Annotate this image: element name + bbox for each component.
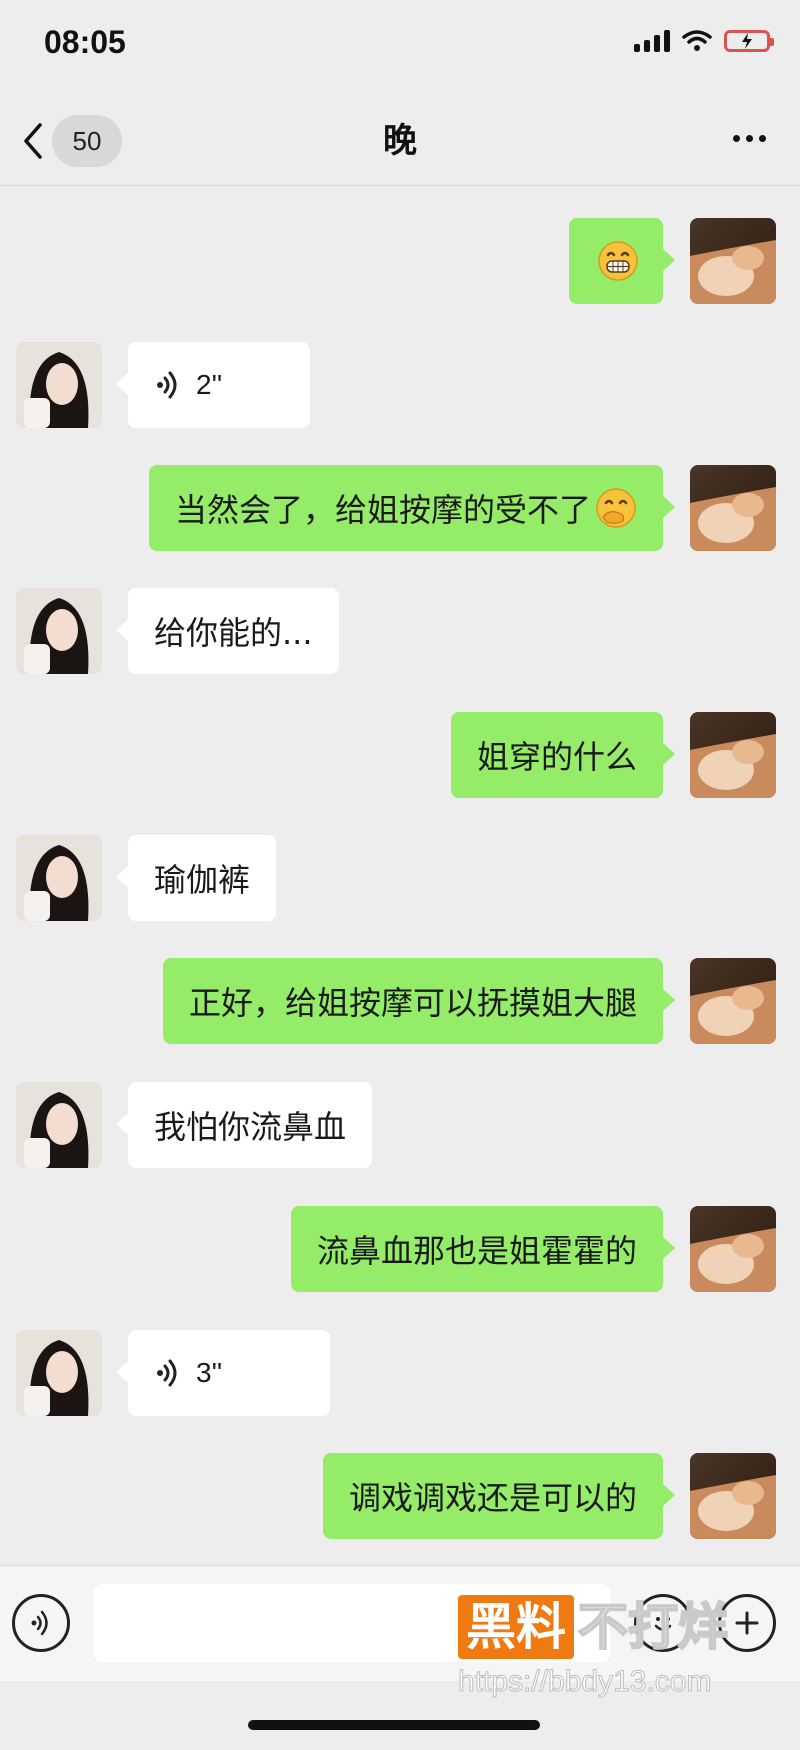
message-text: 当然会了，给姐按摩的受不了 [174, 491, 591, 529]
home-indicator[interactable] [248, 1720, 540, 1730]
my-avatar[interactable] [690, 465, 776, 551]
watermark-url: https://bbdy13.com [458, 1665, 712, 1699]
chat-screen: 08:05 50 晚 2'' 当然会了，给姐按摩的受不了 给你能的... 姐穿的… [0, 0, 800, 1750]
message-bubble-received[interactable]: 我怕你流鼻血 [115, 1082, 373, 1168]
voice-duration: 2'' [196, 369, 223, 400]
message-row: 流鼻血那也是姐霍霍的 [0, 1206, 800, 1294]
message-text: 我怕你流鼻血 [154, 1108, 347, 1146]
message-bubble-sent[interactable] [569, 218, 675, 304]
message-text: 正好，给姐按摩可以抚摸姐大腿 [188, 984, 637, 1022]
my-avatar[interactable] [690, 958, 776, 1044]
my-avatar[interactable] [690, 1453, 776, 1539]
contact-avatar[interactable] [16, 1082, 102, 1168]
message-row: 姐穿的什么 [0, 712, 800, 800]
voice-mode-button[interactable] [12, 1594, 70, 1652]
message-row: 调戏调戏还是可以的 [0, 1453, 800, 1541]
more-options-button[interactable] [733, 135, 766, 142]
message-row: 瑜伽裤 [0, 835, 800, 923]
message-bubble-sent[interactable]: 正好，给姐按摩可以抚摸姐大腿 [162, 958, 676, 1044]
plus-icon [735, 1611, 759, 1635]
message-text: 瑜伽裤 [154, 861, 251, 899]
message-row: 2'' [0, 342, 800, 430]
hand-over-mouth-emoji-icon [595, 487, 637, 529]
ellipsis-icon [733, 135, 740, 142]
voice-message-bubble[interactable]: 3'' [116, 1330, 330, 1416]
watermark-brand-rest: 不打烊 [577, 1597, 729, 1657]
message-text: 给你能的... [154, 614, 313, 652]
message-bubble-sent[interactable]: 流鼻血那也是姐霍霍的 [290, 1206, 676, 1292]
voice-wave-icon [157, 1359, 177, 1387]
message-text: 姐穿的什么 [476, 738, 637, 776]
contact-avatar[interactable] [16, 835, 102, 921]
status-icons [634, 30, 774, 52]
voice-message-bubble[interactable]: 2'' [116, 342, 310, 428]
battery-charging-icon [724, 30, 774, 52]
my-avatar[interactable] [690, 218, 776, 304]
my-avatar[interactable] [690, 1206, 776, 1292]
chat-header: 50 晚 [0, 95, 800, 186]
voice-duration: 3'' [196, 1357, 223, 1388]
message-bubble-sent[interactable]: 姐穿的什么 [450, 712, 676, 798]
message-bubble-sent[interactable]: 调戏调戏还是可以的 [322, 1453, 676, 1539]
message-row: 当然会了，给姐按摩的受不了 [0, 465, 800, 553]
message-bubble-received[interactable]: 瑜伽裤 [115, 835, 277, 921]
chat-title: 晚 [383, 121, 417, 161]
grinning-face-emoji-icon [597, 240, 639, 282]
message-text: 流鼻血那也是姐霍霍的 [316, 1232, 637, 1270]
message-row: 正好，给姐按摩可以抚摸姐大腿 [0, 958, 800, 1046]
message-text: 调戏调戏还是可以的 [348, 1479, 637, 1517]
watermark-brand-highlight: 黑料 [458, 1595, 574, 1659]
message-row: 3'' [0, 1330, 800, 1418]
voice-mode-icon [31, 1610, 48, 1636]
voice-wave-icon [157, 371, 177, 399]
contact-avatar[interactable] [16, 588, 102, 674]
my-avatar[interactable] [690, 712, 776, 798]
message-bubble-sent[interactable]: 当然会了，给姐按摩的受不了 [148, 465, 676, 551]
message-row: 给你能的... [0, 588, 800, 676]
contact-avatar[interactable] [16, 1330, 102, 1416]
watermark: 黑料 不打烊 https://bbdy13.com [458, 1595, 729, 1699]
message-row [0, 218, 800, 306]
message-bubble-received[interactable]: 给你能的... [116, 588, 339, 674]
message-row: 我怕你流鼻血 [0, 1082, 800, 1170]
wifi-icon [682, 30, 712, 51]
contact-avatar[interactable] [16, 342, 102, 428]
status-time: 08:05 [44, 24, 126, 60]
status-bar: 08:05 [0, 0, 800, 90]
cellular-signal-icon [634, 30, 670, 52]
